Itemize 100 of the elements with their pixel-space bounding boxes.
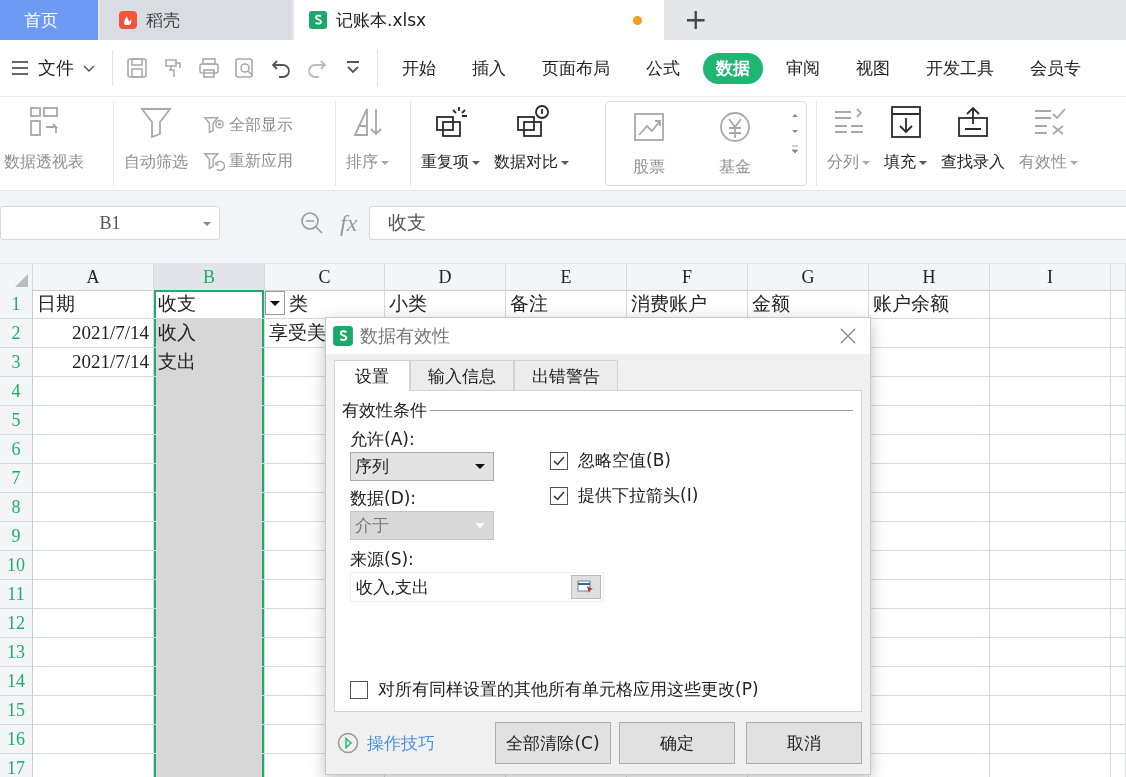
table-cell[interactable] — [990, 609, 1111, 638]
ribbon-button[interactable]: 查找录入 — [934, 97, 1012, 190]
funnel-refresh-icon — [203, 150, 225, 173]
ribbon-tab[interactable]: 插入 — [459, 52, 519, 84]
ribbon-button[interactable]: 重复项 — [414, 97, 487, 190]
ribbon-button[interactable]: 填充 — [877, 97, 934, 190]
table-cell[interactable] — [1111, 435, 1126, 464]
table-cell[interactable] — [154, 754, 265, 777]
allow-select[interactable]: 序列 — [350, 452, 494, 481]
table-cell[interactable] — [1111, 290, 1126, 319]
field-label: 来源(S): — [349, 548, 415, 570]
table-cell[interactable] — [1111, 464, 1126, 493]
field-label: 数据(D): — [350, 487, 418, 509]
table-cell[interactable] — [1111, 493, 1126, 522]
column-header[interactable]: E — [506, 264, 627, 291]
table-cell[interactable] — [990, 435, 1111, 464]
document-tab[interactable]: 稻壳 — [100, 0, 292, 40]
table-cell[interactable] — [154, 551, 265, 580]
ribbon-tab[interactable]: 页面布局 — [529, 52, 623, 84]
table-cell[interactable] — [990, 696, 1111, 725]
file-menu[interactable]: 文件 — [0, 56, 106, 80]
menu-icon — [10, 58, 30, 78]
table-cell[interactable] — [1111, 406, 1126, 435]
dialog-tab[interactable]: 输入信息 — [410, 360, 514, 390]
zoom-out-icon[interactable] — [300, 211, 324, 235]
table-cell[interactable] — [154, 406, 265, 435]
table-cell[interactable] — [990, 580, 1111, 609]
dropdown-button[interactable] — [265, 291, 285, 315]
dialog-tab[interactable]: 出错警告 — [514, 360, 618, 390]
table-cell[interactable] — [1111, 348, 1126, 377]
table-cell[interactable] — [154, 638, 265, 667]
dialog-tab[interactable]: 设置 — [334, 360, 410, 391]
table-cell[interactable]: 账户余额 — [869, 290, 990, 319]
checkbox[interactable] — [350, 680, 368, 699]
table-cell[interactable] — [990, 377, 1111, 406]
table-cell[interactable] — [1111, 638, 1126, 667]
dialog-button[interactable]: 全部清除(C) — [495, 722, 611, 764]
ribbon-tab[interactable]: 会员专 — [1017, 52, 1094, 84]
table-cell[interactable] — [990, 522, 1111, 551]
table-cell[interactable] — [154, 580, 265, 609]
table-cell[interactable] — [154, 377, 265, 406]
table-cell[interactable]: 支出 — [154, 348, 265, 377]
table-cell[interactable] — [154, 464, 265, 493]
table-cell[interactable] — [154, 522, 265, 551]
table-cell[interactable] — [1111, 609, 1126, 638]
table-cell[interactable] — [990, 667, 1111, 696]
table-cell[interactable] — [154, 725, 265, 754]
ribbon-tab[interactable]: 审阅 — [773, 52, 833, 84]
source-field[interactable]: 收入,支出 — [350, 572, 604, 602]
table-cell[interactable] — [154, 435, 265, 464]
column-header[interactable]: I — [990, 264, 1111, 291]
ribbon-tab[interactable]: 开始 — [389, 52, 449, 84]
table-cell[interactable] — [154, 667, 265, 696]
print-icon[interactable] — [197, 56, 221, 80]
table-cell[interactable] — [990, 725, 1111, 754]
ribbon-tab[interactable]: 公式 — [633, 52, 693, 84]
table-cell[interactable]: 收支 — [154, 290, 265, 319]
table-cell[interactable] — [990, 290, 1111, 319]
dialog-button[interactable]: 取消 — [746, 722, 862, 764]
ribbon-tab[interactable]: 开发工具 — [913, 52, 1007, 84]
name-box[interactable]: B1 — [0, 206, 220, 240]
table-cell[interactable] — [1111, 667, 1126, 696]
table-cell[interactable] — [990, 638, 1111, 667]
document-tab[interactable]: 记账本.xlsx — [294, 0, 664, 40]
play-icon[interactable] — [337, 732, 359, 754]
column-header[interactable]: D — [385, 264, 506, 291]
coin-icon — [717, 109, 753, 145]
table-cell[interactable] — [1111, 551, 1126, 580]
column-header[interactable] — [1111, 264, 1126, 291]
table-cell[interactable]: 收入 — [154, 319, 265, 348]
range-picker-button[interactable] — [571, 575, 601, 599]
checkbox[interactable] — [550, 451, 568, 470]
table-cell[interactable] — [1111, 725, 1126, 754]
save-icon[interactable] — [125, 56, 149, 80]
table-cell[interactable] — [154, 493, 265, 522]
table-cell[interactable] — [1111, 522, 1126, 551]
table-cell[interactable] — [990, 348, 1111, 377]
ribbon-tab[interactable]: 视图 — [843, 52, 903, 84]
dialog-button[interactable]: 确定 — [619, 722, 735, 764]
spreadsheet-icon — [332, 325, 354, 347]
column-header[interactable]: F — [627, 264, 748, 291]
formula-field[interactable]: 收支 — [369, 206, 1126, 240]
checkbox-label: 提供下拉箭头(I) — [578, 484, 699, 507]
new-tab-button[interactable]: + — [664, 0, 728, 40]
table-cell[interactable] — [1111, 696, 1126, 725]
ribbon-button[interactable]: 数据对比 — [487, 97, 576, 190]
column-header[interactable]: H — [869, 264, 990, 291]
table-cell[interactable] — [990, 551, 1111, 580]
table-cell[interactable] — [1111, 580, 1126, 609]
table-cell[interactable] — [990, 406, 1111, 435]
column-header[interactable]: G — [748, 264, 869, 291]
table-cell[interactable] — [154, 696, 265, 725]
table-cell[interactable] — [154, 609, 265, 638]
checkbox[interactable] — [550, 486, 568, 505]
table-cell[interactable] — [990, 319, 1111, 348]
lookup-icon — [955, 104, 991, 140]
table-cell[interactable] — [1111, 377, 1126, 406]
table-cell[interactable] — [1111, 319, 1126, 348]
table-cell[interactable] — [990, 493, 1111, 522]
table-cell[interactable] — [990, 464, 1111, 493]
